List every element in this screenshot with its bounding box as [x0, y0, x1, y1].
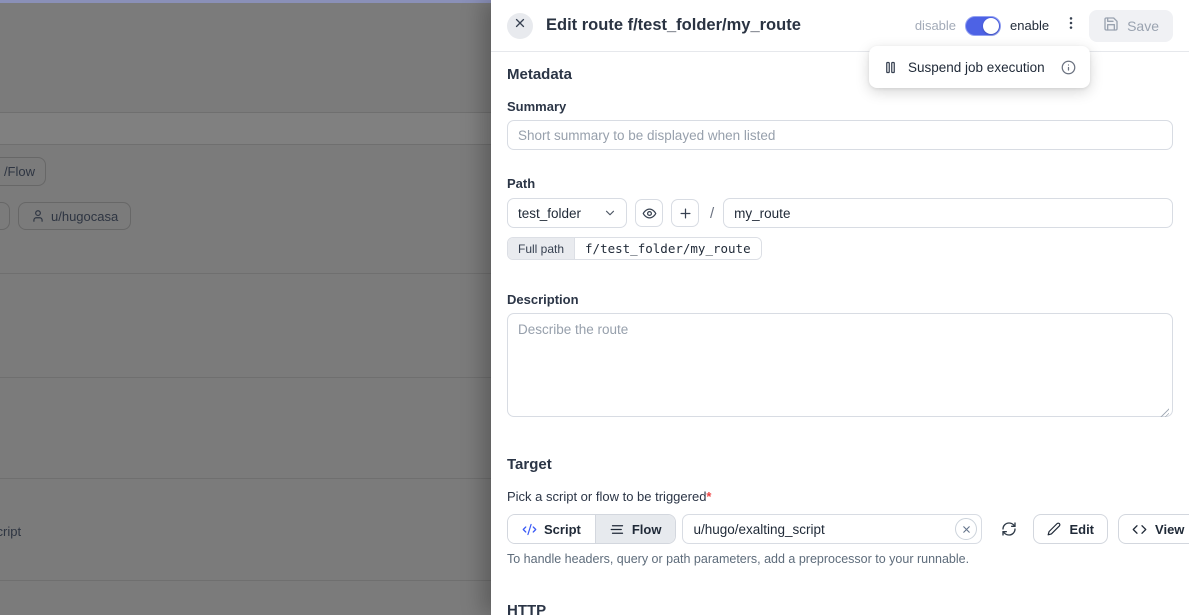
add-folder-button[interactable]: [671, 199, 699, 227]
more-options-button[interactable]: [1063, 15, 1079, 36]
background-row: [0, 112, 491, 144]
menu-item-suspend-job-execution[interactable]: Suspend job execution: [908, 60, 1051, 75]
picker-label: Pick a script or flow to be triggered: [507, 489, 706, 504]
page-top-accent-bar: [0, 0, 491, 3]
path-label: Path: [507, 176, 1173, 191]
background-cropped-chip[interactable]: [0, 202, 10, 230]
full-path-chip: Full path f/test_folder/my_route: [507, 237, 762, 260]
runnable-path-input[interactable]: [682, 514, 982, 544]
target-picker-row: Script Flow: [507, 514, 1173, 544]
enable-toggle-row: disable enable: [915, 16, 1049, 36]
description-label: Description: [507, 292, 1173, 307]
path-separator: /: [710, 205, 714, 222]
tab-flow-label: Flow: [632, 522, 662, 537]
drawer-header: Edit route f/test_folder/my_route disabl…: [491, 0, 1189, 52]
eye-icon: [642, 206, 657, 221]
toggle-off-label: disable: [915, 18, 956, 33]
divider: [0, 580, 491, 581]
save-icon: [1103, 16, 1119, 35]
full-path-value: f/test_folder/my_route: [574, 238, 761, 259]
background-flow-filter-chip[interactable]: /Flow: [0, 157, 46, 186]
save-button-label: Save: [1127, 18, 1159, 34]
info-icon[interactable]: [1061, 60, 1076, 75]
drawer-title: Edit route f/test_folder/my_route: [546, 16, 801, 35]
background-partial-text: script: [0, 524, 21, 539]
close-button[interactable]: [507, 13, 533, 39]
divider: [0, 112, 491, 113]
close-icon: [513, 16, 527, 35]
toggle-on-label: enable: [1010, 18, 1049, 33]
preprocessor-help-text: To handle headers, query or path paramet…: [507, 552, 1173, 566]
view-runnable-button[interactable]: View: [1118, 514, 1189, 544]
pause-icon: [883, 60, 898, 75]
user-icon: [31, 209, 45, 223]
enable-toggle[interactable]: [965, 16, 1001, 36]
edit-button-label: Edit: [1069, 522, 1094, 537]
code-xml-icon: [522, 522, 537, 537]
kebab-menu-icon: [1063, 15, 1079, 36]
description-field: [507, 313, 1173, 422]
toggle-knob: [983, 18, 999, 34]
edit-runnable-button[interactable]: Edit: [1033, 514, 1108, 544]
refresh-runnable-button[interactable]: [1001, 521, 1017, 537]
divider: [0, 144, 491, 145]
refresh-icon: [1001, 521, 1017, 537]
chevron-down-icon: [603, 206, 617, 220]
summary-input[interactable]: [507, 120, 1173, 150]
background-user-badge[interactable]: u/hugocasa: [18, 202, 131, 230]
summary-label: Summary: [507, 99, 1173, 114]
x-icon: [961, 524, 972, 535]
divider: [0, 273, 491, 274]
route-name-input[interactable]: [723, 198, 1173, 228]
path-row: test_folder /: [507, 198, 1173, 228]
user-badge-label: u/hugocasa: [51, 209, 118, 224]
script-flow-toggle-group: Script Flow: [507, 514, 676, 544]
divider: [0, 377, 491, 378]
picker-label-row: Pick a script or flow to be triggered*: [507, 489, 1173, 504]
tab-script-label: Script: [544, 522, 581, 537]
tab-flow[interactable]: Flow: [596, 515, 676, 543]
description-textarea[interactable]: [507, 313, 1173, 417]
options-dropdown-menu: Suspend job execution: [869, 46, 1090, 88]
divider: [0, 478, 491, 479]
preview-folder-button[interactable]: [635, 199, 663, 227]
http-heading: HTTP: [507, 602, 1173, 615]
drawer-content: Metadata Summary Path test_folder /: [491, 52, 1189, 615]
edit-route-drawer: Edit route f/test_folder/my_route disabl…: [491, 0, 1189, 615]
target-heading: Target: [507, 456, 1173, 473]
pencil-icon: [1047, 522, 1061, 536]
save-button[interactable]: Save: [1089, 10, 1173, 42]
full-path-label: Full path: [508, 238, 574, 259]
full-path-row: Full path f/test_folder/my_route: [507, 237, 1173, 260]
dimmed-background-page: /Flow u/hugocasa script: [0, 0, 491, 615]
tab-script[interactable]: Script: [508, 515, 596, 543]
flow-bars-icon: [610, 522, 625, 537]
flow-chip-label: /Flow: [4, 164, 35, 179]
view-button-label: View: [1155, 522, 1184, 537]
plus-icon: [678, 206, 693, 221]
runnable-picker: [682, 514, 982, 544]
code-icon: [1132, 522, 1147, 537]
folder-select[interactable]: test_folder: [507, 198, 627, 228]
folder-select-value: test_folder: [518, 206, 581, 221]
required-marker: *: [706, 489, 711, 504]
